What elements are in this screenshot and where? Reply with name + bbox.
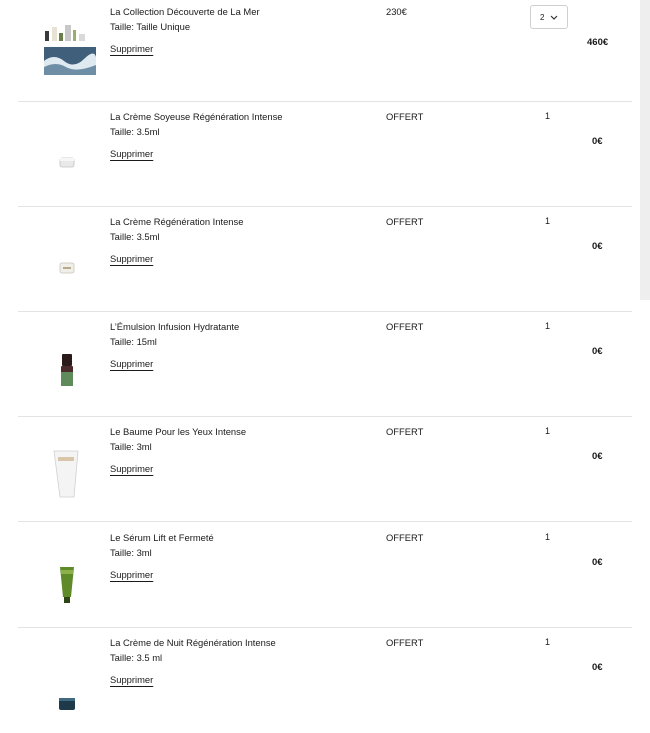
- line-total: 0€: [592, 451, 603, 462]
- product-name[interactable]: La Crème Soyeuse Régénération Intense: [110, 111, 283, 122]
- line-total: 460€: [587, 37, 609, 48]
- jar-thumbnail-icon: [59, 157, 75, 168]
- unit-price: OFFERT: [386, 111, 424, 122]
- product-name[interactable]: La Crème Régénération Intense: [110, 216, 243, 227]
- cart-item: Le Baume Pour les Yeux Intense Taille: 3…: [18, 417, 632, 522]
- remove-item-link[interactable]: Supprimer: [110, 463, 153, 474]
- line-total: 0€: [592, 136, 603, 147]
- product-size: Taille: Taille Unique: [110, 21, 191, 32]
- scrollbar-track[interactable]: [640, 0, 650, 300]
- cart-item: La Crème Soyeuse Régénération Intense Ta…: [18, 102, 632, 207]
- product-name[interactable]: L’Émulsion Infusion Hydratante: [110, 321, 239, 332]
- product-name[interactable]: Le Sérum Lift et Fermeté: [110, 532, 214, 543]
- night-jar-thumbnail-icon: [59, 698, 75, 710]
- quantity-value: 2: [540, 12, 545, 22]
- unit-price: OFFERT: [386, 637, 424, 648]
- cart-item: L’Émulsion Infusion Hydratante Taille: 1…: [18, 312, 632, 417]
- collection-thumbnail-icon: [44, 25, 96, 75]
- line-total: 0€: [592, 346, 603, 357]
- remove-item-link[interactable]: Supprimer: [110, 148, 153, 159]
- product-size: Taille: 3.5ml: [110, 126, 160, 137]
- product-size: Taille: 3ml: [110, 441, 152, 452]
- remove-item-link[interactable]: Supprimer: [110, 674, 153, 685]
- line-total: 0€: [592, 241, 603, 252]
- product-name[interactable]: Le Baume Pour les Yeux Intense: [110, 426, 246, 437]
- quantity-value: 1: [545, 532, 551, 542]
- cart-item: La Crème Régénération Intense Taille: 3.…: [18, 207, 632, 312]
- quantity-value: 1: [545, 111, 551, 121]
- remove-item-link[interactable]: Supprimer: [110, 358, 153, 369]
- chevron-down-icon: [550, 15, 558, 20]
- jar-thumbnail-icon: [59, 262, 75, 274]
- tube-thumbnail-icon: [53, 450, 79, 498]
- product-size: Taille: 15ml: [110, 336, 157, 347]
- product-name[interactable]: La Collection Découverte de La Mer: [110, 6, 260, 17]
- cart-item: La Crème de Nuit Régénération Intense Ta…: [18, 628, 632, 733]
- remove-item-link[interactable]: Supprimer: [110, 253, 153, 264]
- quantity-value: 1: [545, 321, 551, 331]
- product-name[interactable]: La Crème de Nuit Régénération Intense: [110, 637, 276, 648]
- quantity-value: 1: [545, 637, 551, 647]
- product-size: Taille: 3ml: [110, 547, 152, 558]
- quantity-value: 1: [545, 216, 551, 226]
- quantity-value: 1: [545, 426, 551, 436]
- green-tube-thumbnail-icon: [60, 567, 74, 603]
- unit-price: 230€: [386, 6, 407, 17]
- cart-item: La Collection Découverte de La Mer Taill…: [18, 0, 632, 102]
- remove-item-link[interactable]: Supprimer: [110, 569, 153, 580]
- bottle-thumbnail-icon: [61, 354, 73, 386]
- unit-price: OFFERT: [386, 321, 424, 332]
- product-size: Taille: 3.5 ml: [110, 652, 163, 663]
- line-total: 0€: [592, 557, 603, 568]
- quantity-select[interactable]: 2: [530, 5, 568, 29]
- cart-item: Le Sérum Lift et Fermeté Taille: 3ml Sup…: [18, 523, 632, 628]
- unit-price: OFFERT: [386, 216, 424, 227]
- remove-item-link[interactable]: Supprimer: [110, 43, 153, 54]
- cart-list: La Collection Découverte de La Mer Taill…: [0, 0, 650, 722]
- line-total: 0€: [592, 662, 603, 673]
- product-size: Taille: 3.5ml: [110, 231, 160, 242]
- unit-price: OFFERT: [386, 532, 424, 543]
- unit-price: OFFERT: [386, 426, 424, 437]
